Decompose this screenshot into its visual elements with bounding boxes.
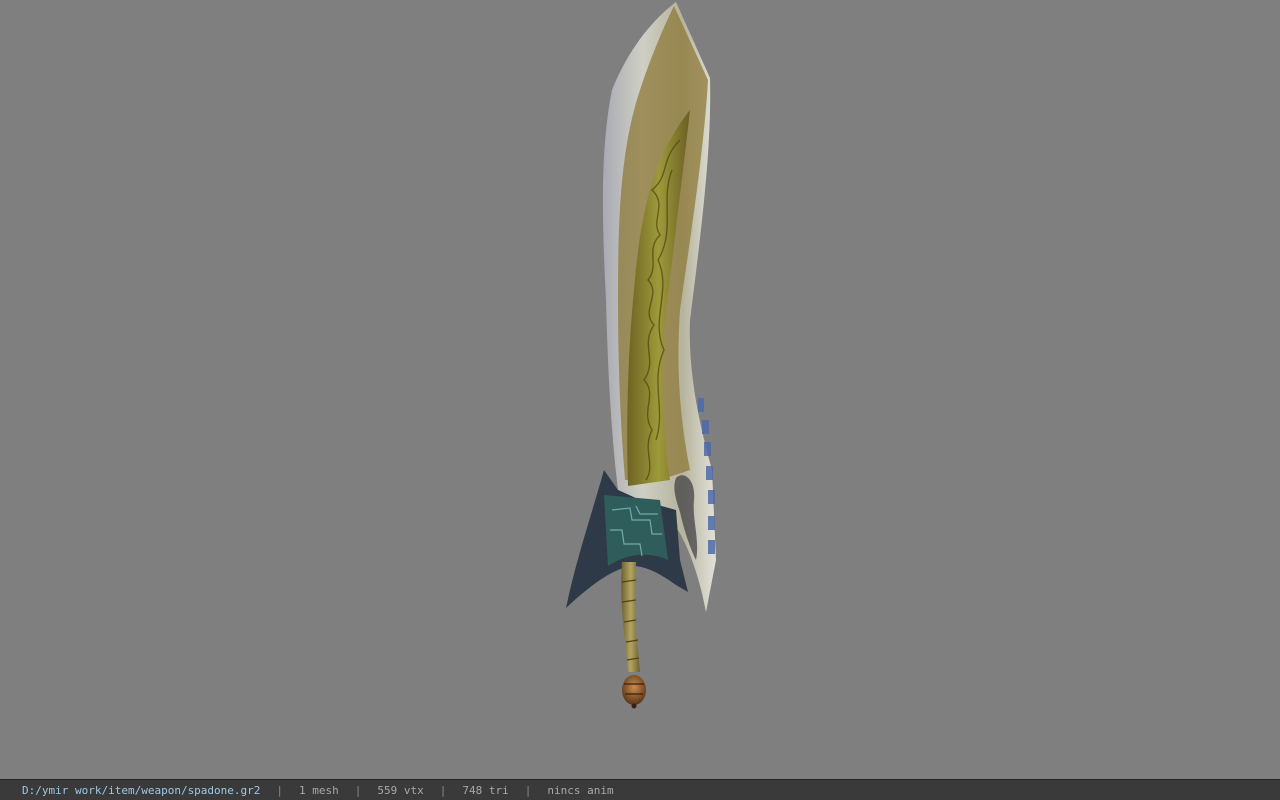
vertex-count: 559 vtx bbox=[377, 783, 424, 797]
animation-status: nincs anim bbox=[547, 783, 614, 797]
sword-pommel bbox=[622, 675, 646, 705]
file-path: D:/ymir work/item/weapon/spadone.gr2 bbox=[22, 783, 261, 797]
3d-viewport[interactable] bbox=[0, 0, 1280, 779]
mesh-count: 1 mesh bbox=[299, 783, 339, 797]
status-bar: D:/ymir work/item/weapon/spadone.gr2 | 1… bbox=[0, 779, 1280, 800]
separator: | bbox=[439, 783, 447, 797]
triangle-count: 748 tri bbox=[462, 783, 509, 797]
sword-model-icon[interactable] bbox=[0, 0, 1280, 779]
sword-grip bbox=[621, 562, 640, 672]
separator: | bbox=[354, 783, 362, 797]
separator: | bbox=[276, 783, 284, 797]
separator: | bbox=[524, 783, 532, 797]
